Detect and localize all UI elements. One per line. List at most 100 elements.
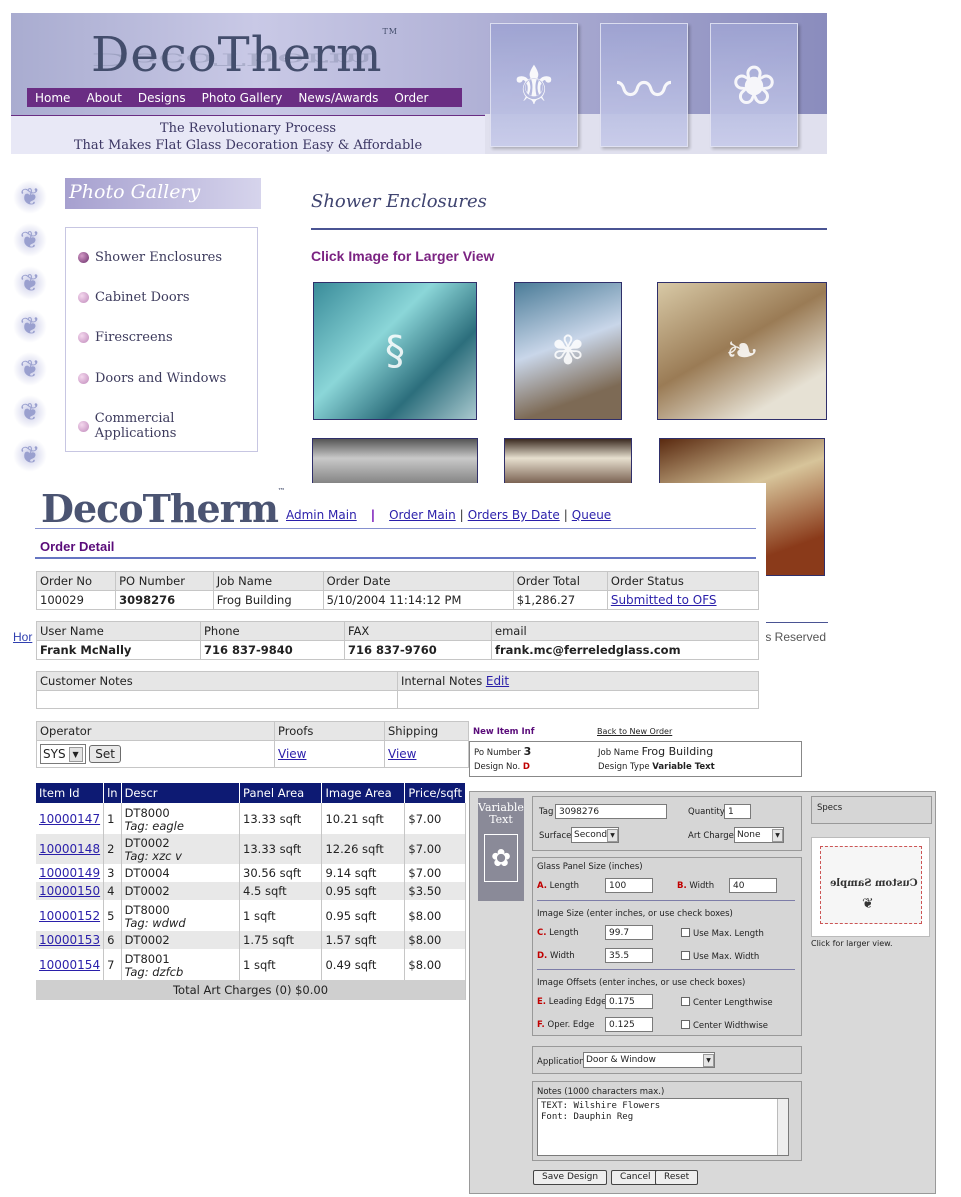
item-id-link[interactable]: 10000147 [39,812,100,826]
art-charge-select[interactable]: None ▼ [734,827,784,843]
use-max-length-checkbox[interactable] [681,928,690,937]
save-design-button[interactable]: Save Design [533,1170,608,1185]
order-date: 5/10/2004 11:14:12 PM [322,590,514,610]
col-order-no: Order No [35,571,117,591]
notes-textarea[interactable]: TEXT: Wilshire Flowers Font: Dauphin Reg [537,1098,789,1156]
gallery-photo[interactable]: § [313,282,477,420]
nav-admin-main[interactable]: Admin Main [286,508,357,522]
fish-decoration-column: ❦ ❦ ❦ ❦ ❦ ❦ ❦ [13,180,47,481]
width-label: B. Width [677,881,715,891]
gallery-item-firescreens[interactable]: Firescreens [78,330,173,345]
specs-title: Specs [817,803,843,813]
item-price: $8.00 [404,900,466,931]
gallery-photo[interactable] [312,438,478,488]
gallery-item-cabinet[interactable]: Cabinet Doors [78,290,190,305]
quantity-input[interactable]: 1 [724,804,751,819]
flower-icon: ✿ [484,834,518,882]
item-id-link[interactable]: 10000149 [39,866,100,880]
panel-width-input[interactable]: 40 [729,878,777,893]
item-id-link[interactable]: 10000154 [39,958,100,972]
image-length-input[interactable]: 99.7 [605,925,653,940]
design-type-label: Design Type Variable Text [598,762,715,772]
item-panel-area: 4.5 sqft [239,882,323,900]
chevron-down-icon: ▼ [607,828,618,842]
nav-separator: | [370,508,376,522]
image-width-input[interactable]: 35.5 [605,948,653,963]
po-label: Po Number 3 [474,745,532,758]
user-name: Frank McNally [36,640,201,660]
offsets-title: Image Offsets (enter inches, or use chec… [537,978,746,988]
gallery-photo[interactable] [504,438,632,488]
item-panel-area: 1.75 sqft [239,931,323,949]
nav-designs[interactable]: Designs [130,91,194,105]
nav-about[interactable]: About [78,91,129,105]
item-price: $7.00 [404,834,466,864]
col-email: email [491,621,759,641]
center-widthwise-checkbox[interactable] [681,1020,690,1029]
item-id-link[interactable]: 10000148 [39,842,100,856]
nav-photo-gallery[interactable]: Photo Gallery [194,91,291,105]
order-total: $1,286.27 [512,590,608,610]
item-panel-area: 30.56 sqft [239,864,323,882]
item-image-area: 1.57 sqft [321,931,406,949]
item-panel-area: 1 sqft [239,900,323,931]
order-no: 100029 [35,590,117,610]
col-image-area: Image Area [321,783,406,803]
order-summary-table: Order No PO Number Job Name Order Date O… [35,571,760,610]
gallery-photo[interactable]: ✾ [514,282,622,420]
bullet-icon [78,420,89,432]
item-image-area: 12.26 sqft [321,834,406,864]
reset-button[interactable]: Reset [655,1170,699,1185]
order-status-link[interactable]: Submitted to OFS [611,593,717,607]
application-select[interactable]: Door & Window ▼ [583,1052,715,1068]
shipping-view-link[interactable]: View [388,747,416,761]
operator-select[interactable]: SYS ▼ [40,744,86,764]
table-row: 10000153 6 DT0002 1.75 sqft 1.57 sqft $8… [36,931,466,949]
specs-preview-image[interactable]: Custom Sample ❦ [811,837,930,937]
nav-home[interactable]: Home [27,91,78,105]
tag-fieldset: Tag 3098276 Quantity 1 Surface Second ▼ A… [532,796,802,851]
table-row: 10000152 5 DT8000 Tag: wdwd 1 sqft 0.95 s… [36,900,466,931]
oper-edge-input[interactable]: 0.125 [605,1017,653,1032]
col-ln: ln [103,783,122,803]
chevron-down-icon: ▼ [703,1053,714,1067]
gallery-photo[interactable]: ❧ [657,282,827,420]
notes-label: Notes (1000 characters max.) [537,1087,665,1097]
notes-scrollbar[interactable] [777,1099,788,1155]
nav-orders-by-date[interactable]: Orders By Date [468,508,560,522]
footer-home-link[interactable]: Hor [13,630,32,644]
job-name: Frog Building [212,590,324,610]
proofs-view-link[interactable]: View [278,747,306,761]
item-id-link[interactable]: 10000150 [39,884,100,898]
click-prompt: Click Image for Larger View [311,248,495,264]
item-descr: DT0004 [121,864,241,882]
use-max-width-checkbox[interactable] [681,951,690,960]
panel-length-input[interactable]: 100 [605,878,653,893]
nav-separator: | [563,508,568,522]
leading-edge-input[interactable]: 0.175 [605,994,653,1009]
col-proofs: Proofs [274,721,385,741]
bullet-icon [78,332,89,343]
back-to-new-order-link[interactable]: Back to New Order [597,727,672,736]
center-lengthwise-checkbox[interactable] [681,997,690,1006]
customer-notes-label: Customer Notes [36,671,398,691]
item-descr: DT8000 Tag: wdwd [121,900,241,931]
nav-news-awards[interactable]: News/Awards [290,91,386,105]
gallery-item-doors-windows[interactable]: Doors and Windows [78,371,226,386]
internal-notes-value [397,690,759,709]
item-id-link[interactable]: 10000152 [39,909,100,923]
tag-input[interactable]: 3098276 [555,804,667,819]
site-tagline: The Revolutionary Process That Makes Fla… [11,115,485,154]
item-id-link[interactable]: 10000153 [39,933,100,947]
fish-icon: ❦ [13,266,47,300]
gallery-item-shower[interactable]: Shower Enclosures [78,250,222,265]
col-item-id: Item Id [36,783,105,803]
cancel-button[interactable]: Cancel [611,1170,660,1185]
gallery-item-commercial[interactable]: Commercial Applications [78,411,257,441]
nav-order-main[interactable]: Order Main [389,508,456,522]
set-operator-button[interactable]: Set [89,745,121,763]
nav-order[interactable]: Order [386,91,436,105]
surface-select[interactable]: Second ▼ [571,827,619,843]
nav-queue[interactable]: Queue [572,508,611,522]
edit-notes-link[interactable]: Edit [486,674,509,688]
